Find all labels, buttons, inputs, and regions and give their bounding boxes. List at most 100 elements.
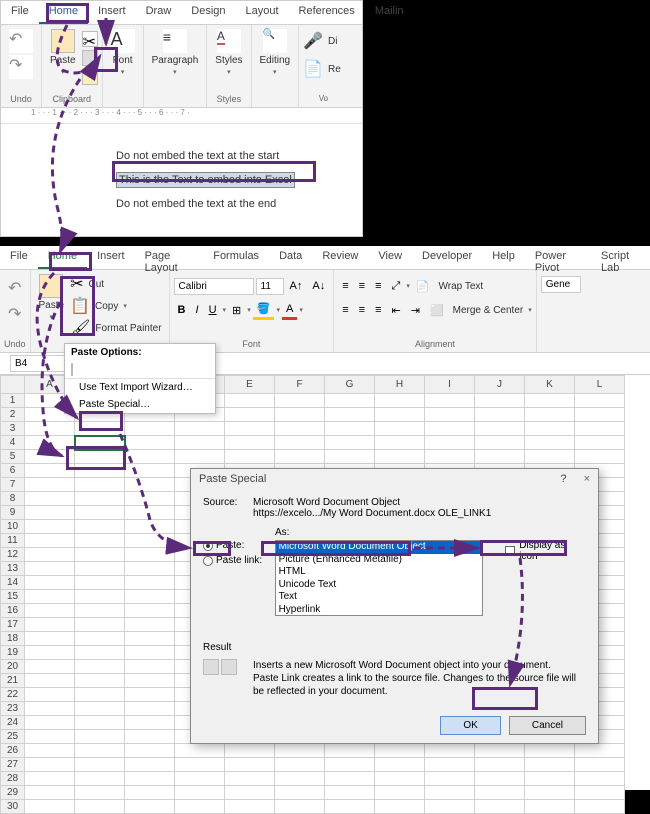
cell[interactable]: [575, 758, 625, 772]
cell[interactable]: [575, 408, 625, 422]
cell[interactable]: [25, 506, 75, 520]
redo-icon[interactable]: ↷: [8, 304, 21, 324]
tab-pagelayout[interactable]: Page Layout: [135, 246, 204, 269]
wrap-text-button[interactable]: 📄: [412, 278, 434, 295]
cell[interactable]: [425, 772, 475, 786]
align-mid-icon[interactable]: ≡: [355, 278, 369, 294]
cell[interactable]: [275, 436, 325, 450]
cell[interactable]: [375, 436, 425, 450]
format-painter-button[interactable]: Format Painter: [92, 322, 164, 335]
cell[interactable]: [125, 772, 175, 786]
cell[interactable]: [425, 394, 475, 408]
cell[interactable]: [575, 436, 625, 450]
align-center-icon[interactable]: ≡: [355, 302, 369, 318]
cell[interactable]: [375, 744, 425, 758]
cut-icon[interactable]: ✂: [82, 31, 98, 47]
cell[interactable]: [25, 716, 75, 730]
bold-button[interactable]: B: [174, 302, 190, 318]
row-header[interactable]: 26: [1, 744, 25, 758]
row-header[interactable]: 2: [1, 408, 25, 422]
number-format-combo[interactable]: Gene: [541, 276, 581, 293]
tab-layout[interactable]: Layout: [236, 1, 289, 24]
cell[interactable]: [25, 800, 75, 814]
cell[interactable]: [75, 520, 125, 534]
row-header[interactable]: 5: [1, 450, 25, 464]
cell[interactable]: [75, 450, 125, 464]
paste-link-radio[interactable]: [203, 556, 213, 566]
cell[interactable]: [125, 744, 175, 758]
cell[interactable]: [375, 450, 425, 464]
display-as-icon-checkbox[interactable]: [505, 546, 515, 556]
tab-insert[interactable]: Insert: [88, 1, 136, 24]
tab-view[interactable]: View: [368, 246, 412, 269]
font-name-combo[interactable]: [174, 278, 254, 295]
cell[interactable]: [225, 786, 275, 800]
formula-input[interactable]: [191, 356, 640, 372]
cell[interactable]: [75, 604, 125, 618]
cell[interactable]: [125, 492, 175, 506]
cell[interactable]: [75, 562, 125, 576]
cell[interactable]: [425, 436, 475, 450]
cell[interactable]: [425, 422, 475, 436]
cell[interactable]: [25, 786, 75, 800]
cell[interactable]: [475, 772, 525, 786]
paste-special-item[interactable]: Paste Special…: [65, 396, 215, 413]
cell[interactable]: [575, 800, 625, 814]
cell[interactable]: [425, 758, 475, 772]
document[interactable]: Do not embed the text at the start This …: [1, 124, 362, 237]
cell[interactable]: [125, 464, 175, 478]
cell[interactable]: [75, 590, 125, 604]
cell[interactable]: [75, 800, 125, 814]
cell[interactable]: [425, 744, 475, 758]
cell[interactable]: [125, 422, 175, 436]
cell[interactable]: [75, 660, 125, 674]
cell[interactable]: [75, 786, 125, 800]
editing-button[interactable]: 🔍 Editing ▾: [256, 27, 295, 78]
cell[interactable]: [25, 450, 75, 464]
cell[interactable]: [425, 786, 475, 800]
cell[interactable]: [25, 772, 75, 786]
cell[interactable]: [275, 450, 325, 464]
cell[interactable]: [525, 758, 575, 772]
paste-button[interactable]: Paste ▾: [46, 27, 80, 78]
cell[interactable]: [25, 632, 75, 646]
cell[interactable]: [325, 772, 375, 786]
list-item[interactable]: Microsoft Word Document Object: [276, 541, 483, 554]
cell[interactable]: [275, 744, 325, 758]
cell[interactable]: [75, 506, 125, 520]
cell[interactable]: [25, 758, 75, 772]
cell[interactable]: [175, 800, 225, 814]
ok-button[interactable]: OK: [440, 716, 500, 735]
cell[interactable]: [25, 590, 75, 604]
cell[interactable]: [325, 450, 375, 464]
cell[interactable]: [325, 786, 375, 800]
cell[interactable]: [125, 604, 175, 618]
cell[interactable]: [525, 450, 575, 464]
styles-button[interactable]: A Styles ▾: [211, 27, 246, 78]
col-header[interactable]: H: [375, 376, 425, 394]
cell[interactable]: [125, 520, 175, 534]
text-import-wizard-item[interactable]: Use Text Import Wizard…: [65, 379, 215, 396]
list-item[interactable]: HTML: [276, 566, 483, 579]
row-header[interactable]: 17: [1, 618, 25, 632]
cell[interactable]: [325, 744, 375, 758]
cell[interactable]: [125, 646, 175, 660]
help-icon[interactable]: ?: [560, 473, 566, 485]
row-header[interactable]: 11: [1, 534, 25, 548]
cell[interactable]: [25, 534, 75, 548]
col-header[interactable]: K: [525, 376, 575, 394]
cell[interactable]: [125, 548, 175, 562]
cell[interactable]: [125, 716, 175, 730]
cell[interactable]: [25, 548, 75, 562]
align-bot-icon[interactable]: ≡: [371, 278, 385, 294]
tab-formulas[interactable]: Formulas: [203, 246, 269, 269]
cell[interactable]: [75, 688, 125, 702]
cell[interactable]: [25, 688, 75, 702]
list-item[interactable]: Hyperlink: [276, 604, 483, 617]
cell[interactable]: [525, 436, 575, 450]
cell[interactable]: [25, 744, 75, 758]
cell[interactable]: [25, 604, 75, 618]
row-header[interactable]: 29: [1, 786, 25, 800]
cell[interactable]: [325, 422, 375, 436]
cancel-button[interactable]: Cancel: [509, 716, 586, 735]
